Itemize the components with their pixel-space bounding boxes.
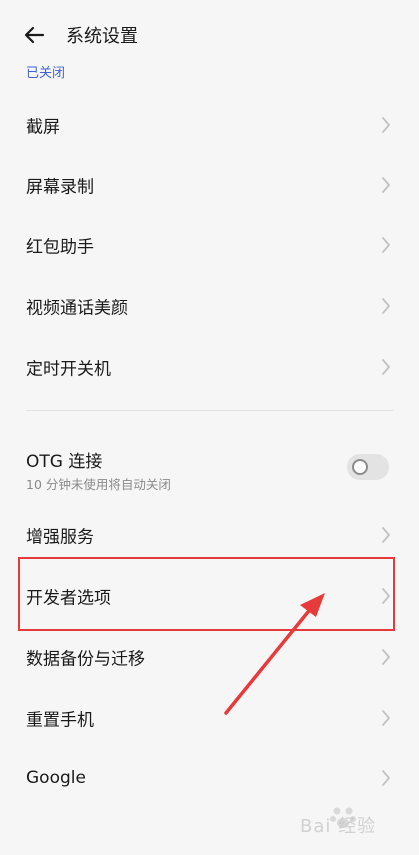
chevron-right-icon — [382, 770, 390, 786]
settings-item-label: 增强服务 — [26, 527, 94, 548]
settings-item-google[interactable]: Google — [0, 748, 419, 808]
settings-item-screenshot[interactable]: 截屏 — [0, 95, 419, 155]
watermark: Bai 经验 — [300, 800, 412, 840]
otg-toggle[interactable] — [347, 454, 389, 480]
settings-item-label: 截屏 — [26, 117, 60, 138]
back-arrow-icon — [24, 26, 45, 44]
chevron-right-icon — [382, 177, 390, 193]
highlight-box — [18, 557, 395, 631]
chevron-right-icon — [382, 649, 390, 665]
settings-item-enhanced-services[interactable]: 增强服务 — [0, 505, 419, 565]
page-title: 系统设置 — [66, 26, 138, 47]
settings-item-label: 视频通话美颜 — [26, 298, 128, 319]
settings-item-scheduled-power[interactable]: 定时开关机 — [0, 337, 419, 397]
top-bar: 系统设置 — [0, 0, 419, 60]
settings-item-screen-recording[interactable]: 屏幕录制 — [0, 155, 419, 215]
settings-item-red-packet-assistant[interactable]: 红包助手 — [0, 215, 419, 275]
back-button[interactable] — [18, 18, 54, 54]
toggle-knob — [352, 459, 368, 475]
settings-item-label: 定时开关机 — [26, 359, 111, 380]
chevron-right-icon — [382, 298, 390, 314]
settings-item-video-call-beauty[interactable]: 视频通话美颜 — [0, 276, 419, 336]
previous-item-status: 已关闭 — [26, 66, 66, 81]
watermark-text: Bai 经验 — [300, 816, 377, 837]
settings-item-label: 红包助手 — [26, 237, 94, 258]
chevron-right-icon — [382, 710, 390, 726]
otg-label: OTG 连接 — [26, 452, 103, 472]
chevron-right-icon — [382, 117, 390, 133]
chevron-right-icon — [382, 237, 390, 253]
otg-sublabel: 10 分钟未使用将自动关闭 — [26, 477, 171, 492]
settings-item-label: 数据备份与迁移 — [26, 649, 145, 670]
section-divider — [26, 410, 393, 411]
settings-item-label: 重置手机 — [26, 710, 94, 731]
chevron-right-icon — [382, 527, 390, 543]
settings-item-label: Google — [26, 768, 86, 788]
settings-item-backup-migration[interactable]: 数据备份与迁移 — [0, 627, 419, 687]
settings-item-reset-phone[interactable]: 重置手机 — [0, 688, 419, 748]
settings-item-label: 屏幕录制 — [26, 177, 94, 198]
chevron-right-icon — [382, 359, 390, 375]
